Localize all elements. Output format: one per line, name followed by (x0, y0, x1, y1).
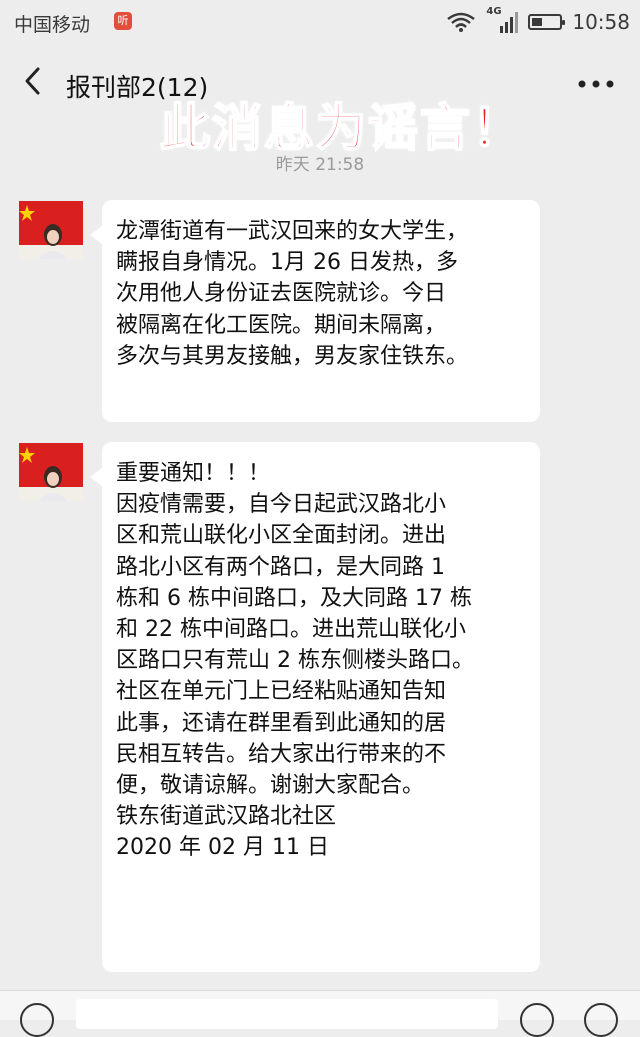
message-line: 被隔离在化工医院。期间未隔离， (116, 312, 447, 338)
more-dots-icon[interactable] (578, 80, 614, 88)
message-line: 便，敬请谅解。谢谢大家配合。 (116, 773, 425, 799)
signal-bars-icon: 4G (486, 6, 519, 34)
message-line: 因疫情需要，自今日起武汉路北小 (116, 492, 447, 518)
message-line: 区路口只有荒山 2 栋东侧楼头路口。 (116, 648, 474, 674)
message-timestamp: 昨天 21:58 (275, 155, 365, 175)
emoji-icon[interactable] (520, 1003, 554, 1037)
message-line: 2020 年 02 月 11 日 (116, 835, 329, 861)
message-line: 路北小区有两个路口，是大同路 1 (116, 554, 445, 580)
avatar[interactable] (19, 443, 83, 501)
message-line: 社区在单元门上已经粘贴通知告知 (116, 679, 447, 705)
message-line: 栋和 6 栋中间路口，及大同路 17 栋 (116, 585, 472, 611)
battery-icon (528, 14, 566, 30)
message-bubble[interactable]: 重要通知！！！ 因疫情需要，自今日起武汉路北小 区和荒山联化小区全面封闭。进出 … (90, 442, 540, 972)
message-line: 民相互转告。给大家出行带来的不 (116, 741, 447, 767)
message-line: 多次与其男友接触，男友家住铁东。 (116, 343, 469, 369)
avatar[interactable] (19, 201, 83, 259)
back-arrow-icon[interactable] (22, 66, 44, 96)
wifi-icon (447, 12, 476, 32)
add-icon[interactable] (584, 1003, 618, 1037)
notification-badge: 听 (114, 12, 132, 30)
message-line: 重要通知！！！ (116, 461, 271, 486)
message-line: 此事，还请在群里看到此通知的居 (116, 710, 447, 736)
message-line: 次用他人身份证去医院就诊。今日 (116, 281, 447, 307)
carrier-name: 中国移动 (14, 14, 91, 36)
status-bar: 中国移动 听 4G 10:58 (0, 0, 640, 44)
message-line: 铁东街道武汉路北社区 (116, 804, 337, 830)
message-line: 龙潭街道有一武汉回来的女大学生， (116, 219, 469, 244)
message-input-bar (0, 990, 640, 1037)
message-line: 区和荒山联化小区全面封闭。进出 (116, 523, 447, 549)
clock: 10:58 (572, 10, 630, 34)
voice-icon[interactable] (20, 1003, 54, 1037)
message-bubble[interactable]: 龙潭街道有一武汉回来的女大学生， 瞒报自身情况。1月 26 日发热，多 次用他人… (90, 200, 540, 422)
message-line: 和 22 栋中间路口。进出荒山联化小 (116, 617, 466, 643)
message-input[interactable] (76, 999, 498, 1029)
message-line: 瞒报自身情况。1月 26 日发热，多 (116, 250, 458, 276)
